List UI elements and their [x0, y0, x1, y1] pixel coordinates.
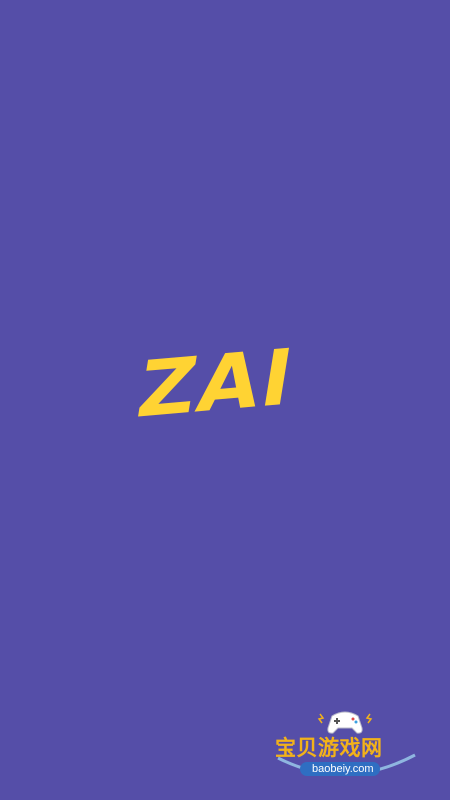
- watermark: 宝贝游戏网 baobeiy.com: [270, 700, 420, 795]
- splash-screen: ZAI 宝贝游戏网 baobeiy.com: [0, 0, 450, 800]
- watermark-domain: baobeiy.com: [312, 763, 374, 775]
- app-logo: ZAI: [131, 332, 301, 436]
- watermark-title: 宝贝游戏网: [275, 736, 383, 760]
- game-controller-icon: [327, 711, 363, 734]
